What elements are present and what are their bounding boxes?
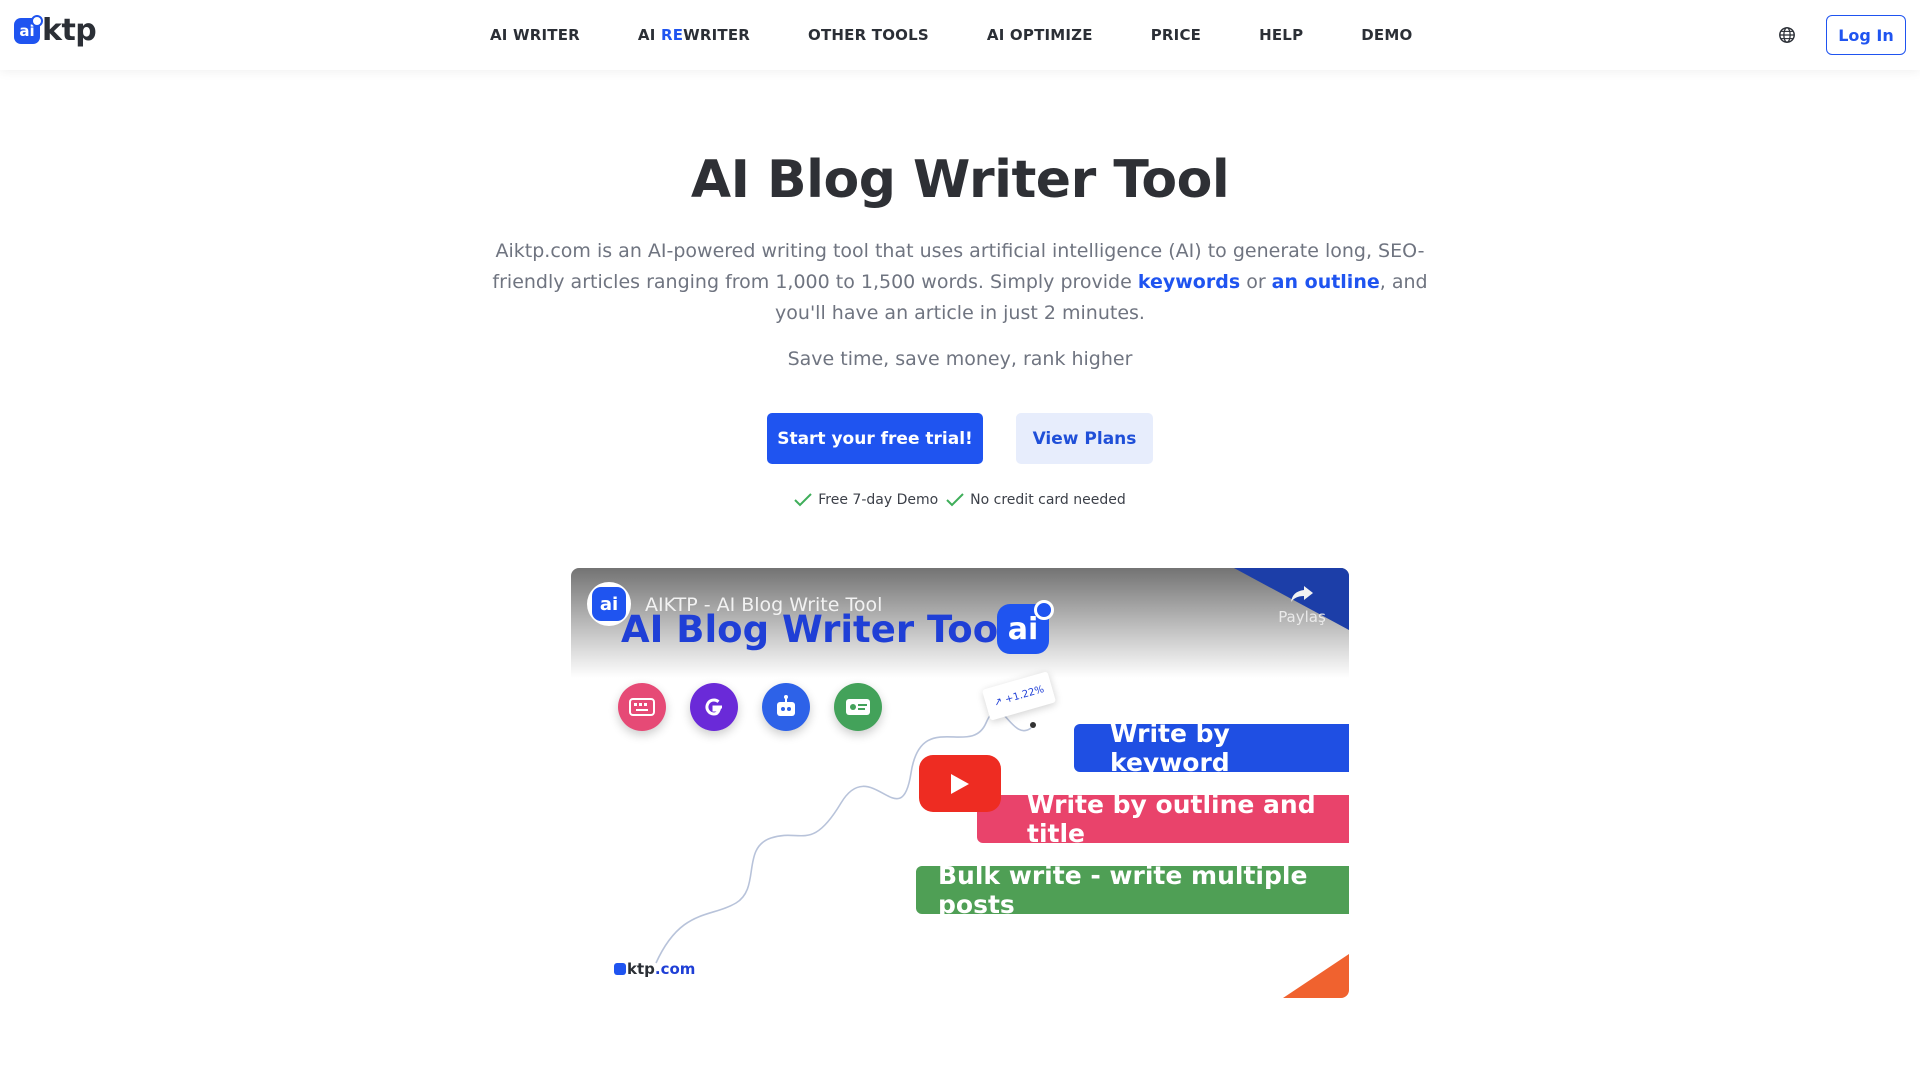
logo-badge: ai <box>14 15 43 44</box>
benefit-text: No credit card needed <box>970 492 1126 508</box>
nav-demo[interactable]: DEMO <box>1361 26 1412 44</box>
feature-band-outline: Write by outline and title <box>977 790 1349 848</box>
page-title-text: AI Blog Writer Tool <box>690 150 1230 210</box>
nav-ai-rewriter-prefix: AI <box>637 26 661 44</box>
feature-band-bulk: Bulk write - write multiple posts <box>916 861 1349 919</box>
globe-icon[interactable] <box>1778 26 1796 44</box>
site-watermark: ktp .com <box>614 960 695 978</box>
site-name: ktp <box>627 960 655 978</box>
google-icon <box>690 683 738 731</box>
ai-badge-icon: ai <box>997 600 1054 654</box>
video-title[interactable]: AIKTP - AI Blog Write Tool <box>645 594 882 616</box>
keyboard-icon <box>618 683 666 731</box>
page-title: AI Blog Writer Tool <box>690 150 1230 210</box>
logo-text: ktp <box>42 13 97 48</box>
start-free-trial-button[interactable]: Start your free trial! <box>767 413 983 464</box>
outline-link[interactable]: an outline <box>1272 271 1380 293</box>
tagline: Save time, save money, rank higher <box>787 348 1133 370</box>
top-navbar: ai ktp AI WRITER AI REWRITER OTHER TOOLS… <box>0 0 1920 70</box>
view-plans-button[interactable]: View Plans <box>1016 413 1153 464</box>
nav-price[interactable]: PRICE <box>1151 26 1201 44</box>
share-label: Paylaş <box>1278 608 1326 626</box>
nav-ai-optimize[interactable]: AI OPTIMIZE <box>987 26 1093 44</box>
benefit-text: Free 7-day Demo <box>818 492 939 508</box>
main-nav: AI WRITER AI REWRITER OTHER TOOLS AI OPT… <box>490 0 1470 70</box>
login-button[interactable]: Log In <box>1826 15 1906 55</box>
id-card-icon <box>834 683 882 731</box>
checkmark-icon <box>794 493 812 507</box>
site-mini-badge <box>614 963 626 975</box>
channel-avatar[interactable]: ai <box>587 582 631 626</box>
play-button[interactable] <box>919 755 1001 812</box>
feature-band-keyword: Write by keyword <box>1074 719 1349 777</box>
nav-other-tools[interactable]: OTHER TOOLS <box>808 26 929 44</box>
site-tld: .com <box>654 960 696 978</box>
nav-ai-writer[interactable]: AI WRITER <box>490 26 580 44</box>
benefit-item: No credit card needed <box>946 492 1126 508</box>
description-or: or <box>1240 271 1272 293</box>
keywords-link[interactable]: keywords <box>1138 271 1240 293</box>
nav-ai-rewriter-suffix: WRITER <box>683 26 751 44</box>
share-icon <box>1291 586 1313 602</box>
play-icon <box>951 773 969 794</box>
youtube-video-embed[interactable]: AI Blog Writer Tool ai ai AIKTP - AI Blo… <box>571 568 1349 998</box>
aiktp-logo[interactable]: ai ktp <box>14 13 97 48</box>
nav-ai-rewriter-accent: RE <box>660 26 684 44</box>
hero-description: Aiktp.com is an AI-powered writing tool … <box>470 236 1450 329</box>
corner-decoration <box>1283 954 1349 998</box>
trial-benefits: Free 7-day Demo No credit card needed <box>0 492 1920 508</box>
nav-help[interactable]: HELP <box>1259 26 1303 44</box>
benefit-item: Free 7-day Demo <box>794 492 938 508</box>
nav-ai-rewriter[interactable]: AI REWRITER <box>638 26 750 44</box>
channel-badge: ai <box>592 587 626 621</box>
robot-icon <box>762 683 810 731</box>
checkmark-icon <box>946 493 964 507</box>
hero-title-wrap: AI Blog Writer Tool <box>0 150 1920 210</box>
share-button[interactable]: Paylaş <box>1267 584 1337 626</box>
